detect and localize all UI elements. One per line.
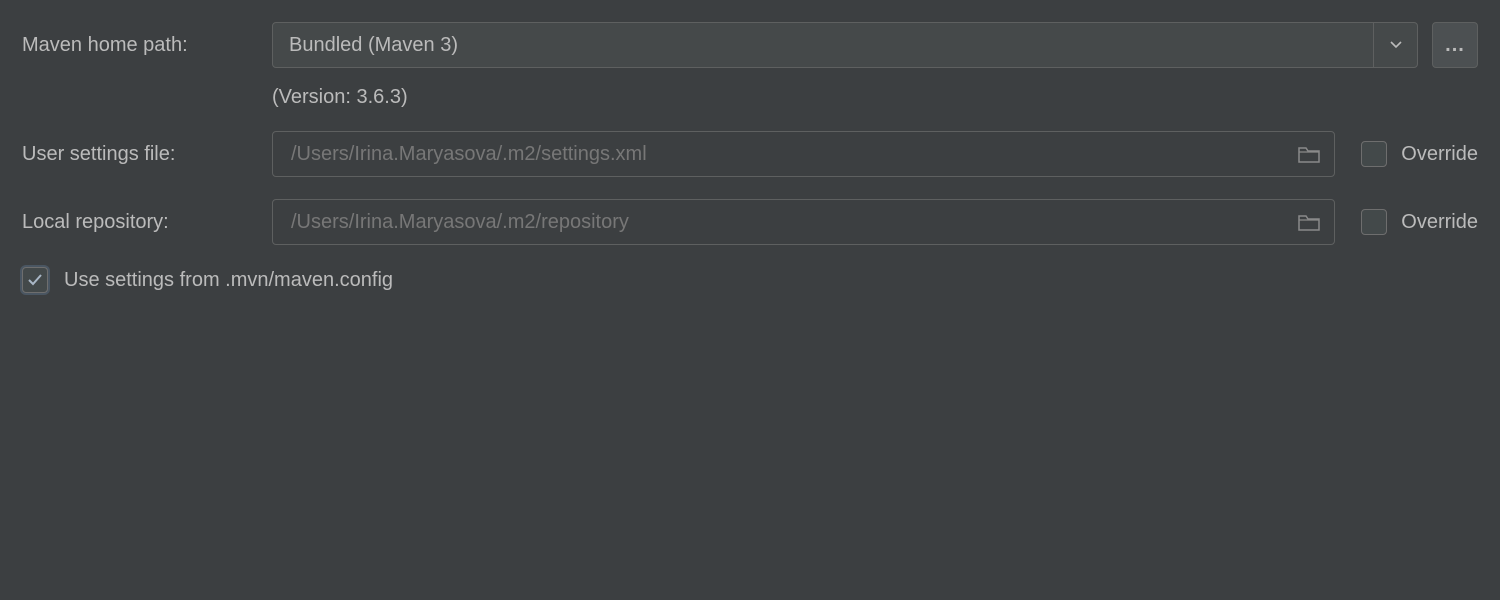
maven-home-path-selected: Bundled (Maven 3) [273,34,1373,57]
use-mvn-config-label: Use settings from .mvn/maven.config [64,269,393,292]
user-settings-file-field-wrap [272,131,1335,177]
user-settings-file-label: User settings file: [22,143,272,166]
use-mvn-config-checkbox[interactable] [22,267,48,293]
local-repository-override-label: Override [1401,211,1478,234]
maven-home-path-label: Maven home path: [22,34,272,57]
maven-home-browse-button[interactable]: ... [1432,22,1478,68]
local-repository-field-wrap [272,199,1335,245]
user-settings-override-label: Override [1401,143,1478,166]
folder-icon[interactable] [1298,213,1320,231]
folder-icon[interactable] [1298,145,1320,163]
chevron-down-icon[interactable] [1373,23,1417,67]
local-repository-label: Local repository: [22,211,272,234]
user-settings-override-checkbox[interactable] [1361,141,1387,167]
local-repository-input[interactable] [289,210,1288,235]
local-repository-override-checkbox[interactable] [1361,209,1387,235]
user-settings-file-input[interactable] [289,142,1288,167]
maven-home-path-combo[interactable]: Bundled (Maven 3) [272,22,1418,68]
maven-version-text: (Version: 3.6.3) [272,86,408,109]
